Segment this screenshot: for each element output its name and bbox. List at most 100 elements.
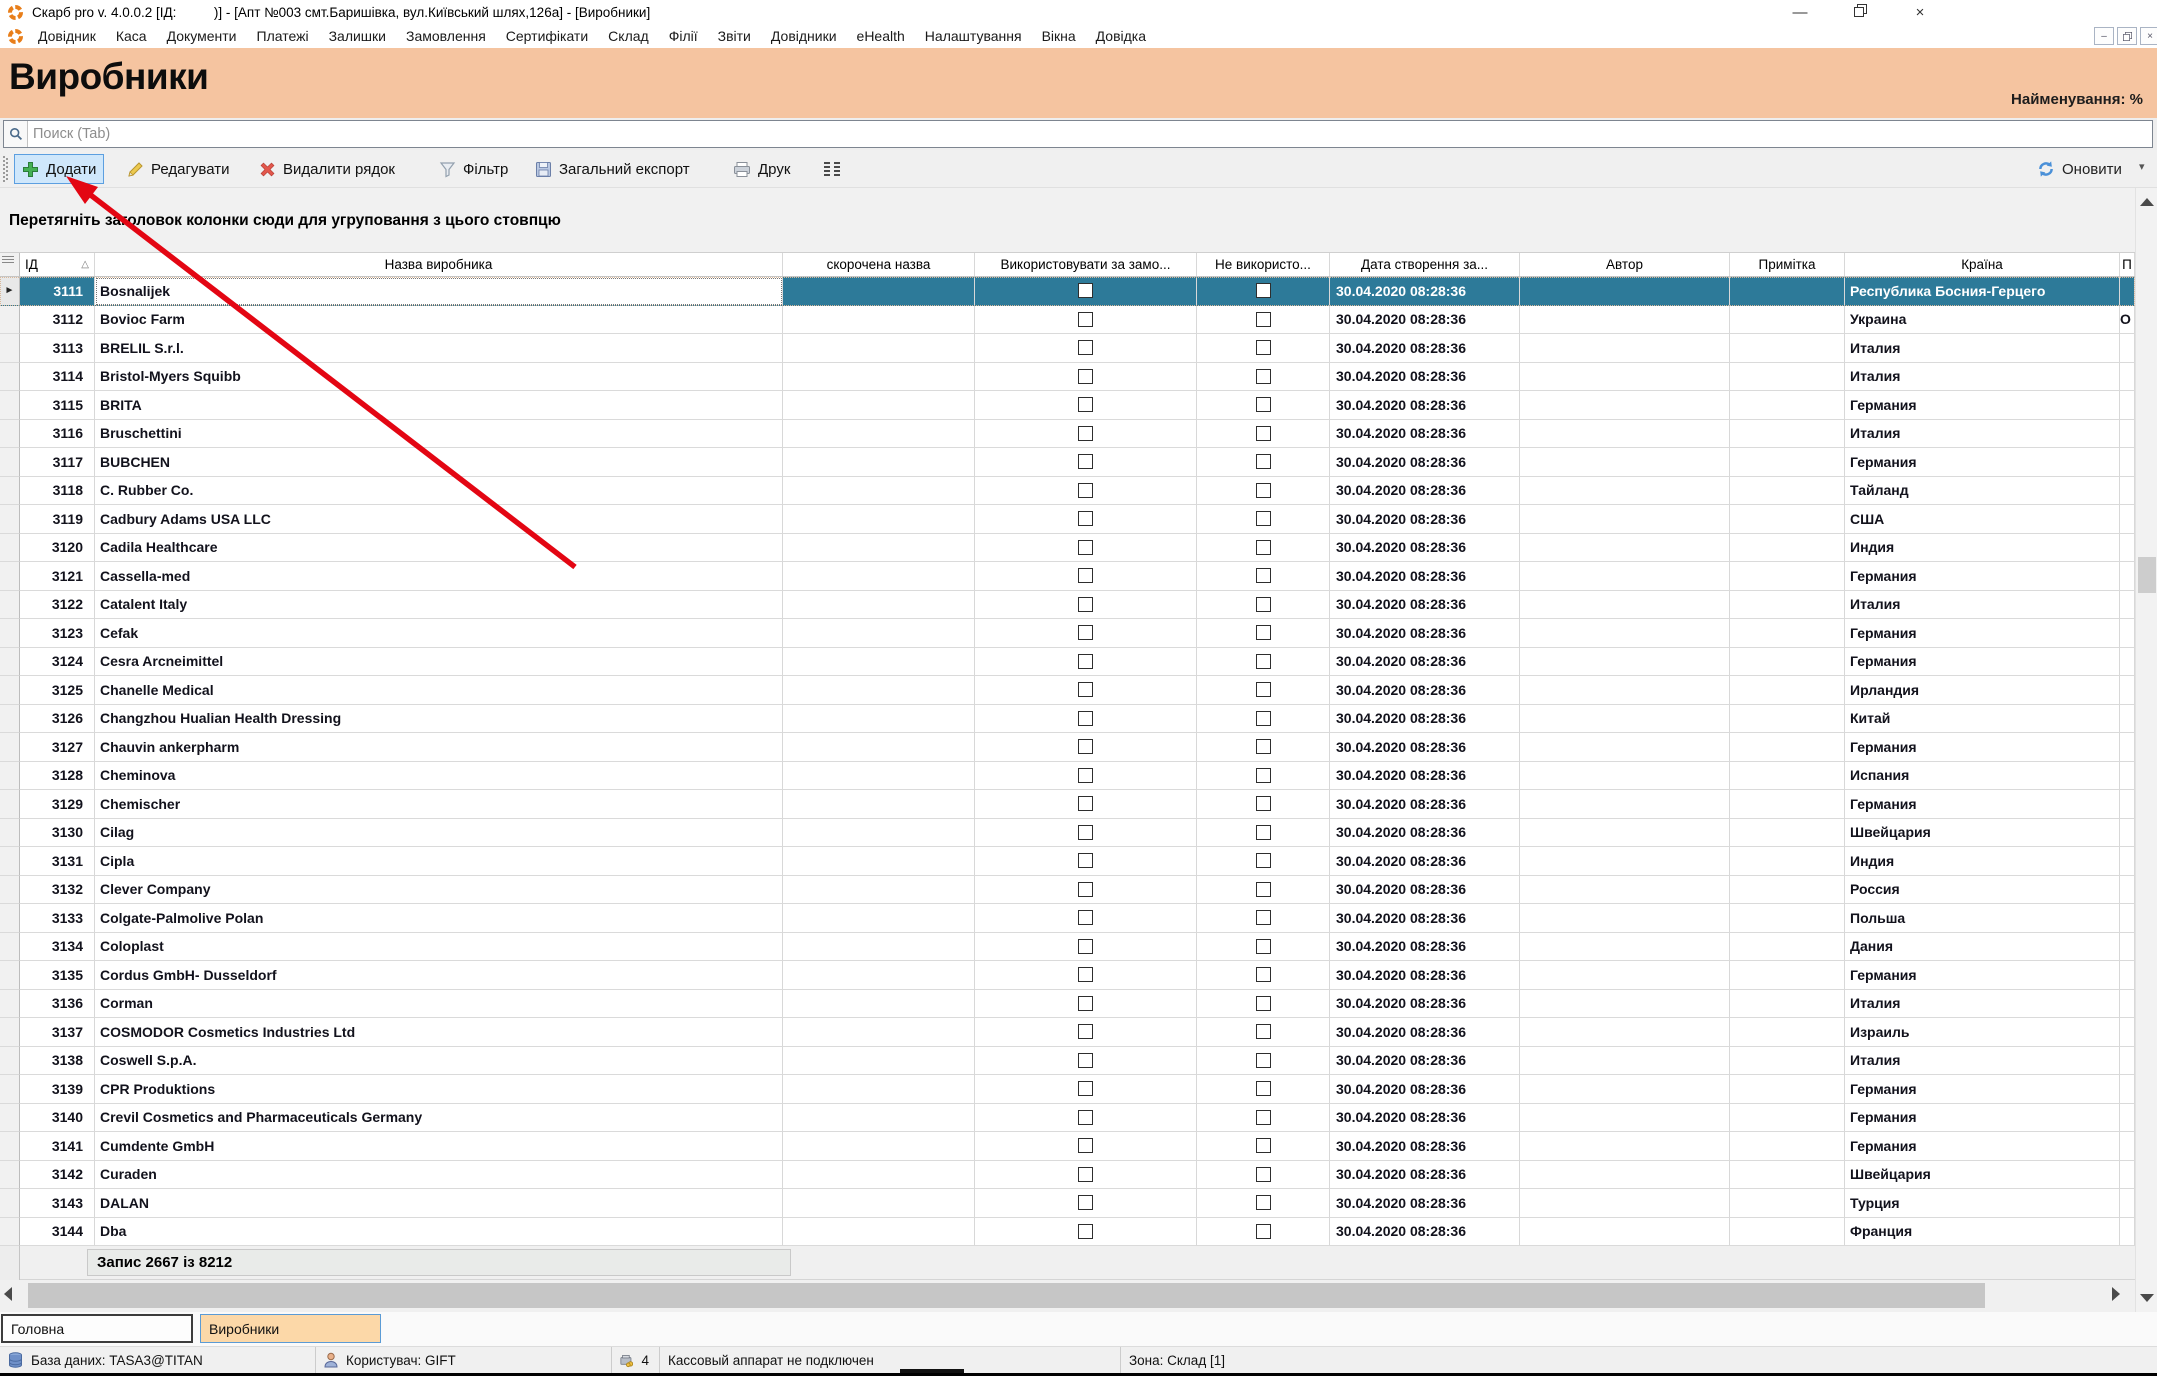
- cell-not-used[interactable]: [1197, 391, 1330, 420]
- cell-country[interactable]: Китай: [1845, 705, 2120, 734]
- cell-note[interactable]: [1730, 705, 1845, 734]
- cell-id[interactable]: 3116: [20, 420, 95, 449]
- scroll-down-icon[interactable]: [2140, 1294, 2154, 1302]
- checkbox-not-used[interactable]: [1256, 454, 1271, 469]
- row-indicator[interactable]: ►: [0, 277, 20, 306]
- cell-country[interactable]: Германия: [1845, 648, 2120, 677]
- menu-item-14[interactable]: Вікна: [1032, 26, 1086, 46]
- checkbox-not-used[interactable]: [1256, 682, 1271, 697]
- cell-name[interactable]: BRITA: [95, 391, 783, 420]
- close-button[interactable]: ×: [1905, 4, 1935, 21]
- cell-use-default[interactable]: [975, 277, 1197, 306]
- cell-p[interactable]: [2120, 562, 2135, 591]
- cell-date-created[interactable]: 30.04.2020 08:28:36: [1330, 1218, 1520, 1247]
- cell-p[interactable]: [2120, 904, 2135, 933]
- row-indicator[interactable]: [0, 619, 20, 648]
- cell-note[interactable]: [1730, 334, 1845, 363]
- checkbox-use-default[interactable]: [1078, 1081, 1093, 1096]
- row-indicator[interactable]: [0, 562, 20, 591]
- cell-date-created[interactable]: 30.04.2020 08:28:36: [1330, 1075, 1520, 1104]
- cell-short-name[interactable]: [783, 762, 975, 791]
- cell-not-used[interactable]: [1197, 1018, 1330, 1047]
- checkbox-use-default[interactable]: [1078, 910, 1093, 925]
- cell-use-default[interactable]: [975, 1161, 1197, 1190]
- toolbar-overflow-caret[interactable]: ▾: [2139, 160, 2145, 173]
- cell-use-default[interactable]: [975, 477, 1197, 506]
- cell-country[interactable]: Германия: [1845, 562, 2120, 591]
- row-indicator[interactable]: [0, 534, 20, 563]
- cell-p[interactable]: [2120, 705, 2135, 734]
- row-indicator[interactable]: [0, 790, 20, 819]
- menu-item-10[interactable]: Звіти: [708, 26, 761, 46]
- cell-not-used[interactable]: [1197, 1161, 1330, 1190]
- cell-country[interactable]: Республика Босния-Герцего: [1845, 277, 2120, 306]
- cell-note[interactable]: [1730, 448, 1845, 477]
- cell-p[interactable]: [2120, 505, 2135, 534]
- cell-short-name[interactable]: [783, 334, 975, 363]
- cell-short-name[interactable]: [783, 1047, 975, 1076]
- checkbox-use-default[interactable]: [1078, 654, 1093, 669]
- cell-use-default[interactable]: [975, 961, 1197, 990]
- checkbox-use-default[interactable]: [1078, 1138, 1093, 1153]
- cell-p[interactable]: [2120, 591, 2135, 620]
- cell-short-name[interactable]: [783, 733, 975, 762]
- row-indicator[interactable]: [0, 847, 20, 876]
- row-indicator[interactable]: [0, 676, 20, 705]
- cell-short-name[interactable]: [783, 790, 975, 819]
- columns-icon[interactable]: [815, 154, 849, 184]
- edit-button[interactable]: Редагувати: [120, 154, 237, 184]
- checkbox-use-default[interactable]: [1078, 340, 1093, 355]
- cell-p[interactable]: [2120, 1075, 2135, 1104]
- cell-not-used[interactable]: [1197, 534, 1330, 563]
- row-indicator[interactable]: [0, 420, 20, 449]
- checkbox-not-used[interactable]: [1256, 511, 1271, 526]
- add-button[interactable]: Додати: [14, 154, 104, 184]
- cell-id[interactable]: 3136: [20, 990, 95, 1019]
- vertical-scrollbar[interactable]: [2135, 188, 2157, 1312]
- menu-item-12[interactable]: eHealth: [847, 26, 915, 46]
- cell-short-name[interactable]: [783, 277, 975, 306]
- cell-id[interactable]: 3132: [20, 876, 95, 905]
- cell-name[interactable]: Crevil Cosmetics and Pharmaceuticals Ger…: [95, 1104, 783, 1133]
- cell-not-used[interactable]: [1197, 448, 1330, 477]
- cell-short-name[interactable]: [783, 1218, 975, 1247]
- table-row[interactable]: 3124Cesra Arcneimittel30.04.2020 08:28:3…: [0, 648, 2135, 677]
- cell-country[interactable]: Германия: [1845, 1075, 2120, 1104]
- cell-not-used[interactable]: [1197, 961, 1330, 990]
- cell-use-default[interactable]: [975, 1018, 1197, 1047]
- cell-name[interactable]: Bruschettini: [95, 420, 783, 449]
- cell-short-name[interactable]: [783, 505, 975, 534]
- row-indicator[interactable]: [0, 1018, 20, 1047]
- cell-note[interactable]: [1730, 1104, 1845, 1133]
- tab-home[interactable]: Головна: [1, 1314, 193, 1343]
- cell-id[interactable]: 3112: [20, 306, 95, 335]
- cell-id[interactable]: 3119: [20, 505, 95, 534]
- row-indicator[interactable]: [0, 306, 20, 335]
- cell-author[interactable]: [1520, 904, 1730, 933]
- cell-name[interactable]: BUBCHEN: [95, 448, 783, 477]
- cell-short-name[interactable]: [783, 705, 975, 734]
- menu-item-4[interactable]: Платежі: [247, 26, 319, 46]
- scroll-right-icon[interactable]: [2112, 1287, 2120, 1301]
- cell-use-default[interactable]: [975, 847, 1197, 876]
- cell-author[interactable]: [1520, 933, 1730, 962]
- cell-note[interactable]: [1730, 306, 1845, 335]
- row-indicator[interactable]: [0, 876, 20, 905]
- row-indicator[interactable]: [0, 961, 20, 990]
- cell-name[interactable]: Chanelle Medical: [95, 676, 783, 705]
- cell-short-name[interactable]: [783, 676, 975, 705]
- cell-name[interactable]: Coswell S.p.A.: [95, 1047, 783, 1076]
- table-row[interactable]: ►3111Bosnalijek30.04.2020 08:28:36Респуб…: [0, 277, 2135, 306]
- cell-note[interactable]: [1730, 505, 1845, 534]
- checkbox-not-used[interactable]: [1256, 369, 1271, 384]
- table-row[interactable]: 3128Cheminova30.04.2020 08:28:36Испания: [0, 762, 2135, 791]
- cell-p[interactable]: О: [2120, 306, 2135, 335]
- cell-date-created[interactable]: 30.04.2020 08:28:36: [1330, 1161, 1520, 1190]
- cell-short-name[interactable]: [783, 420, 975, 449]
- cell-use-default[interactable]: [975, 420, 1197, 449]
- cell-short-name[interactable]: [783, 904, 975, 933]
- cell-note[interactable]: [1730, 790, 1845, 819]
- checkbox-not-used[interactable]: [1256, 568, 1271, 583]
- cell-note[interactable]: [1730, 591, 1845, 620]
- cell-p[interactable]: [2120, 1218, 2135, 1247]
